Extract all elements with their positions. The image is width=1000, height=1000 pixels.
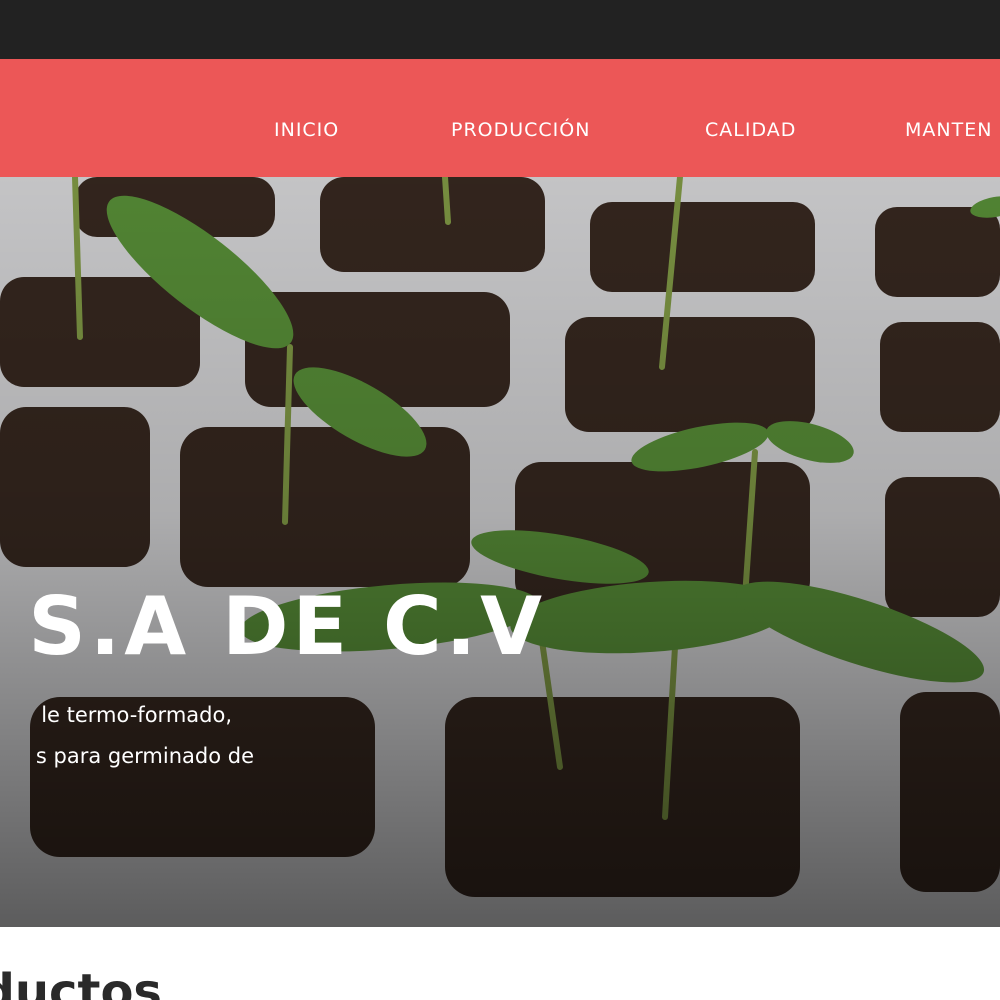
nav-item-produccion[interactable]: PRODUCCIÓN xyxy=(451,59,590,177)
hero-description-line: le termo-formado, xyxy=(41,703,232,727)
section-heading-products: ductos xyxy=(0,964,162,1000)
main-navigation: INICIO PRODUCCIÓN CALIDAD MANTEN xyxy=(0,59,1000,177)
nav-item-mantenimiento[interactable]: MANTEN xyxy=(905,59,992,177)
top-bar xyxy=(0,0,1000,59)
hero-title: S S.A DE C.V xyxy=(0,580,546,673)
nav-item-calidad[interactable]: CALIDAD xyxy=(705,59,796,177)
hero-overlay xyxy=(0,177,1000,927)
hero-description-line: s para germinado de xyxy=(35,744,254,768)
hero-banner: S S.A DE C.V le termo-formado, s para ge… xyxy=(0,177,1000,927)
nav-item-inicio[interactable]: INICIO xyxy=(274,59,339,177)
